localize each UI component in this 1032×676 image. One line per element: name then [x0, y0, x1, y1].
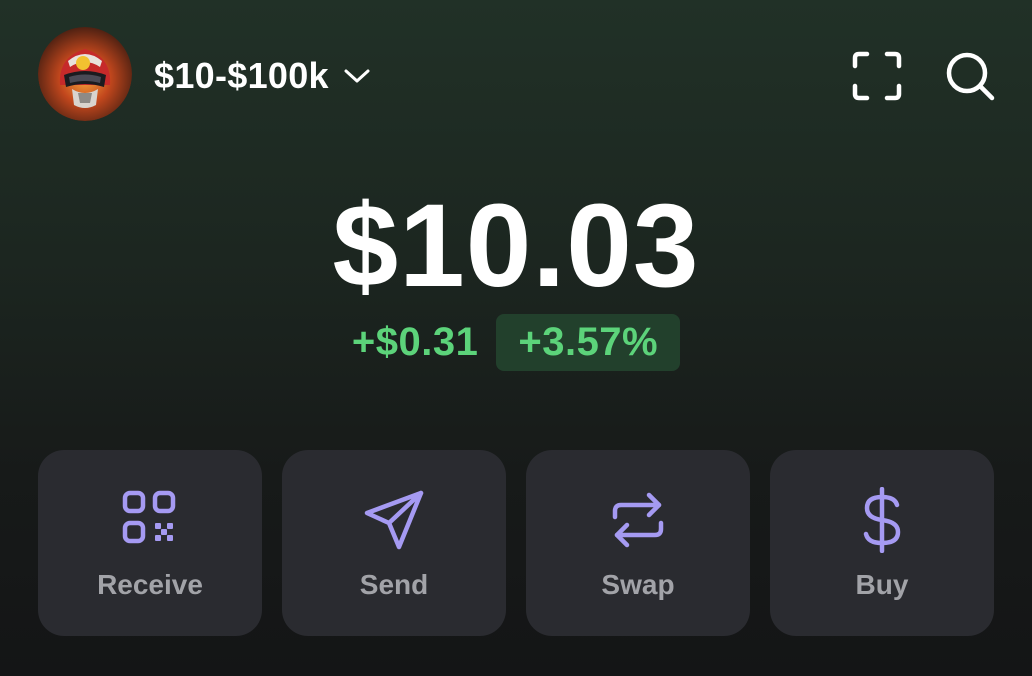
- total-balance: $10.03: [332, 180, 700, 312]
- qr-code-icon: [122, 490, 176, 544]
- account-name: $10-$100k: [154, 55, 329, 96]
- receive-button[interactable]: Receive: [38, 450, 262, 636]
- swap-button[interactable]: Swap: [526, 450, 750, 636]
- dollar-sign-icon: [863, 487, 901, 553]
- helmet-rider-avatar-icon: [38, 27, 132, 121]
- scan-button[interactable]: [851, 50, 903, 102]
- swap-arrows-icon: [612, 492, 664, 548]
- change-percent-badge: +3.57%: [496, 314, 681, 371]
- search-button[interactable]: [944, 50, 996, 102]
- send-label: Send: [359, 569, 429, 600]
- account-avatar[interactable]: [38, 27, 132, 121]
- change-amount: +$0.31: [351, 320, 479, 364]
- balance-change: +$0.31 +3.57%: [0, 314, 1032, 371]
- receive-label: Receive: [97, 569, 203, 600]
- scan-icon: [852, 51, 902, 101]
- paper-plane-icon: [364, 490, 424, 550]
- chevron-down-icon: [344, 69, 370, 83]
- swap-label: Swap: [601, 569, 675, 600]
- action-buttons: Receive Send Swap Buy: [38, 450, 994, 636]
- account-switcher[interactable]: $10-$100k: [154, 52, 371, 100]
- buy-button[interactable]: Buy: [770, 450, 994, 636]
- search-icon: [946, 52, 995, 101]
- send-button[interactable]: Send: [282, 450, 506, 636]
- buy-label: Buy: [855, 569, 909, 600]
